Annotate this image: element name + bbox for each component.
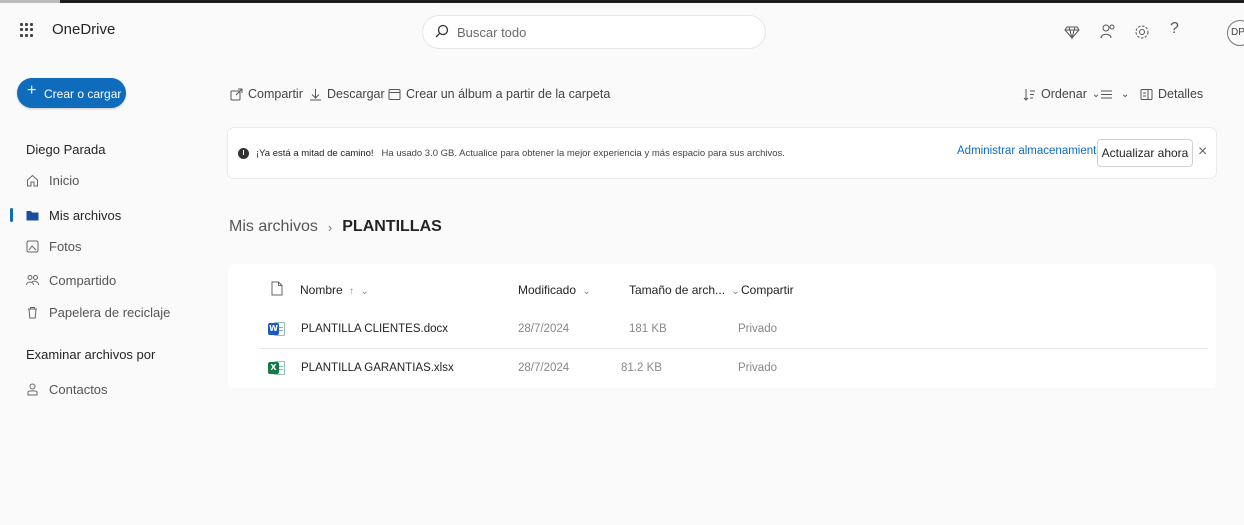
file-type-icon — [271, 281, 283, 296]
avatar[interactable]: DP — [1227, 20, 1244, 46]
download-icon — [310, 88, 321, 100]
create-album-label: Crear un álbum a partir de la carpeta — [406, 87, 611, 101]
chevron-down-icon: ⌄ — [1091, 88, 1101, 100]
word-badge: W — [268, 323, 279, 335]
file-name[interactable]: PLANTILLA GARANTIAS.xlsx — [301, 362, 454, 374]
app-launcher-icon[interactable] — [20, 23, 34, 37]
sidebar-item-mis-archivos[interactable]: Mis archivos — [26, 204, 121, 226]
sidebar-item-label: Mis archivos — [49, 207, 122, 223]
sidebar-item-fotos[interactable]: Fotos — [26, 235, 82, 257]
breadcrumb-root[interactable]: Mis archivos — [229, 218, 318, 236]
home-icon — [27, 174, 38, 186]
close-icon[interactable]: × — [1198, 143, 1207, 161]
file-size: 81.2 KB — [621, 362, 662, 374]
active-indicator — [10, 208, 13, 222]
column-header-sharing[interactable]: Compartir — [741, 283, 794, 297]
details-pane-icon — [1140, 88, 1153, 100]
file-size: 181 KB — [629, 323, 667, 335]
column-header-size[interactable]: Tamaño de arch... ⌄ — [629, 283, 740, 297]
view-options-button[interactable]: ⌄ — [1100, 86, 1129, 102]
word-file-icon: W — [268, 320, 286, 338]
people-icon — [26, 274, 39, 285]
file-sharing: Privado — [738, 362, 777, 374]
files-table: Nombre ↑ ⌄ Modificado ⌄ Tamaño de arch..… — [228, 264, 1216, 388]
sidebar-item-contactos[interactable]: Contactos — [26, 378, 108, 400]
row-divider — [258, 348, 1208, 349]
list-view-icon — [1101, 90, 1112, 98]
breadcrumb-current: PLANTILLAS — [342, 218, 442, 235]
sort-button[interactable]: Ordenar ⌄ — [1023, 86, 1100, 102]
sort-arrow-icon: ↑ — [349, 286, 355, 297]
help-icon[interactable]: ? — [1170, 20, 1188, 38]
browse-section-title: Examinar archivos por — [26, 347, 156, 362]
file-modified: 28/7/2024 — [518, 362, 570, 374]
photo-icon — [26, 240, 39, 252]
excel-file-icon: X — [268, 359, 286, 377]
chevron-down-icon: ⌄ — [582, 286, 591, 297]
column-header-name[interactable]: Nombre ↑ ⌄ — [300, 283, 369, 297]
banner-bold-text: ¡Ya está a mitad de camino! — [256, 148, 374, 159]
search-box[interactable] — [423, 16, 765, 48]
sidebar-item-label: Inicio — [49, 172, 80, 188]
file-name[interactable]: PLANTILLA CLIENTES.docx — [301, 323, 448, 335]
settings-icon[interactable] — [1133, 23, 1151, 41]
sort-icon — [1023, 88, 1035, 101]
banner-text: Ha usado 3.0 GB. Actualice para obtener … — [381, 148, 785, 159]
app-title[interactable]: OneDrive — [52, 21, 115, 38]
details-button[interactable]: Detalles — [1140, 86, 1203, 102]
file-sharing: Privado — [738, 323, 777, 335]
column-header-label: Modificado — [518, 283, 577, 297]
sidebar-item-papelera[interactable]: Papelera de reciclaje — [26, 301, 170, 323]
share-icon — [230, 88, 243, 100]
chevron-down-icon: ⌄ — [731, 286, 740, 297]
trash-icon — [28, 306, 37, 318]
create-album-button[interactable]: Crear un álbum a partir de la carpeta — [388, 86, 610, 102]
breadcrumb: Mis archivos › PLANTILLAS — [229, 218, 442, 236]
excel-badge: X — [268, 362, 279, 374]
search-icon — [435, 24, 449, 38]
column-header-label: Compartir — [741, 283, 794, 297]
sidebar-item-inicio[interactable]: Inicio — [26, 169, 79, 191]
sidebar-item-label: Compartido — [49, 272, 117, 288]
share-button[interactable]: Compartir — [230, 86, 303, 102]
chevron-right-icon: › — [327, 219, 333, 235]
user-name: Diego Parada — [26, 142, 106, 157]
table-row[interactable]: X PLANTILLA GARANTIAS.xlsx 28/7/2024 81.… — [228, 350, 1216, 388]
column-header-label: Tamaño de arch... — [629, 283, 726, 297]
share-label: Compartir — [248, 87, 303, 101]
storage-banner: ¡Ya está a mitad de camino! Ha usado 3.0… — [228, 128, 1216, 178]
sidebar-item-compartido[interactable]: Compartido — [26, 269, 116, 291]
table-row[interactable]: W PLANTILLA CLIENTES.docx 28/7/2024 181 … — [228, 311, 1216, 349]
banner-message: ¡Ya está a mitad de camino! Ha usado 3.0… — [256, 148, 785, 159]
sidebar-item-label: Contactos — [49, 381, 108, 397]
chevron-down-icon: ⌄ — [1121, 88, 1130, 100]
folder-icon — [26, 210, 39, 220]
sort-label: Ordenar — [1041, 87, 1087, 101]
file-modified: 28/7/2024 — [518, 323, 570, 335]
search-input[interactable] — [457, 22, 747, 42]
plus-icon: + — [27, 82, 37, 99]
info-icon — [238, 148, 249, 159]
column-header-label: Nombre — [300, 283, 343, 297]
manage-storage-link[interactable]: Administrar almacenamiento — [957, 145, 1103, 157]
people-icon[interactable] — [1099, 23, 1117, 41]
create-upload-button[interactable]: + Crear o cargar — [17, 78, 126, 108]
upgrade-now-button[interactable]: Actualizar ahora — [1097, 139, 1193, 167]
diamond-icon[interactable] — [1063, 23, 1081, 41]
create-upload-label: Crear o cargar — [44, 87, 122, 101]
download-label: Descargar — [327, 87, 385, 101]
sidebar-item-label: Fotos — [49, 238, 82, 254]
download-button[interactable]: Descargar — [309, 86, 385, 102]
album-icon — [388, 88, 401, 100]
sidebar-item-label: Papelera de reciclaje — [49, 304, 171, 320]
chevron-down-icon: ⌄ — [360, 286, 369, 297]
contact-icon — [27, 383, 38, 395]
details-label: Detalles — [1158, 87, 1204, 101]
app-header: OneDrive ? DP — [0, 3, 1244, 59]
column-header-modified[interactable]: Modificado ⌄ — [518, 283, 591, 297]
